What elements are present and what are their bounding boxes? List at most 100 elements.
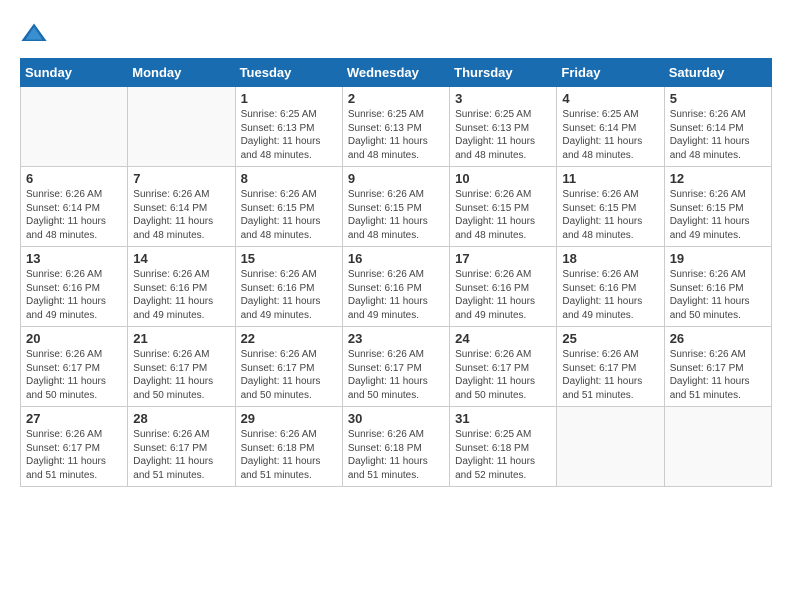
day-info: Sunrise: 6:26 AM Sunset: 6:15 PM Dayligh… [241,188,337,242]
day-of-week-header: Saturday [664,59,771,87]
day-info: Sunrise: 6:26 AM Sunset: 6:17 PM Dayligh… [133,428,229,482]
day-info: Sunrise: 6:26 AM Sunset: 6:17 PM Dayligh… [670,348,766,402]
day-info: Sunrise: 6:26 AM Sunset: 6:15 PM Dayligh… [562,188,658,242]
day-info: Sunrise: 6:25 AM Sunset: 6:14 PM Dayligh… [562,108,658,162]
day-info: Sunrise: 6:26 AM Sunset: 6:18 PM Dayligh… [241,428,337,482]
day-number: 31 [455,411,551,426]
calendar-day-cell: 30 Sunrise: 6:26 AM Sunset: 6:18 PM Dayli… [342,407,449,487]
calendar-day-cell: 29 Sunrise: 6:26 AM Sunset: 6:18 PM Dayli… [235,407,342,487]
calendar-day-cell: 8 Sunrise: 6:26 AM Sunset: 6:15 PM Daylig… [235,167,342,247]
calendar-day-cell [664,407,771,487]
calendar-day-cell: 14Sunrise: 6:26 AM Sunset: 6:16 PM Dayli… [128,247,235,327]
calendar-week-row: 13 Sunrise: 6:26 AM Sunset: 6:16 PM Dayli… [21,247,772,327]
calendar-day-cell: 15 Sunrise: 6:26 AM Sunset: 6:16 PM Dayli… [235,247,342,327]
calendar-header-row: SundayMondayTuesdayWednesdayThursdayFrid… [21,59,772,87]
day-number: 30 [348,411,444,426]
calendar-day-cell: 11 Sunrise: 6:26 AM Sunset: 6:15 PM Dayli… [557,167,664,247]
calendar-day-cell: 1Sunrise: 6:25 AM Sunset: 6:13 PM Daylig… [235,87,342,167]
day-number: 8 [241,171,337,186]
day-number: 15 [241,251,337,266]
day-info: Sunrise: 6:26 AM Sunset: 6:16 PM Dayligh… [670,268,766,322]
day-number: 18 [562,251,658,266]
day-number: 23 [348,331,444,346]
calendar-day-cell: 22Sunrise: 6:26 AM Sunset: 6:17 PM Dayli… [235,327,342,407]
calendar-day-cell: 6Sunrise: 6:26 AM Sunset: 6:14 PM Daylig… [21,167,128,247]
day-of-week-header: Thursday [450,59,557,87]
calendar-day-cell: 9Sunrise: 6:26 AM Sunset: 6:15 PM Daylig… [342,167,449,247]
calendar-day-cell: 10 Sunrise: 6:26 AM Sunset: 6:15 PM Dayli… [450,167,557,247]
calendar-day-cell: 12Sunrise: 6:26 AM Sunset: 6:15 PM Dayli… [664,167,771,247]
logo [20,20,52,48]
day-info: Sunrise: 6:26 AM Sunset: 6:17 PM Dayligh… [348,348,444,402]
calendar-day-cell: 13 Sunrise: 6:26 AM Sunset: 6:16 PM Dayli… [21,247,128,327]
calendar-day-cell: 27 Sunrise: 6:26 AM Sunset: 6:17 PM Dayli… [21,407,128,487]
calendar-day-cell: 31Sunrise: 6:25 AM Sunset: 6:18 PM Dayli… [450,407,557,487]
day-info: Sunrise: 6:26 AM Sunset: 6:17 PM Dayligh… [455,348,551,402]
day-number: 21 [133,331,229,346]
calendar-week-row: 6Sunrise: 6:26 AM Sunset: 6:14 PM Daylig… [21,167,772,247]
calendar-day-cell: 18 Sunrise: 6:26 AM Sunset: 6:16 PM Dayli… [557,247,664,327]
day-number: 27 [26,411,122,426]
day-info: Sunrise: 6:26 AM Sunset: 6:16 PM Dayligh… [133,268,229,322]
day-number: 2 [348,91,444,106]
day-info: Sunrise: 6:26 AM Sunset: 6:14 PM Dayligh… [133,188,229,242]
day-number: 11 [562,171,658,186]
calendar-day-cell: 2 Sunrise: 6:25 AM Sunset: 6:13 PM Daylig… [342,87,449,167]
day-info: Sunrise: 6:26 AM Sunset: 6:16 PM Dayligh… [562,268,658,322]
day-info: Sunrise: 6:26 AM Sunset: 6:14 PM Dayligh… [670,108,766,162]
calendar-day-cell: 25 Sunrise: 6:26 AM Sunset: 6:17 PM Dayli… [557,327,664,407]
calendar-day-cell: 5 Sunrise: 6:26 AM Sunset: 6:14 PM Daylig… [664,87,771,167]
calendar-day-cell: 7 Sunrise: 6:26 AM Sunset: 6:14 PM Daylig… [128,167,235,247]
day-number: 12 [670,171,766,186]
day-number: 26 [670,331,766,346]
calendar-day-cell: 26 Sunrise: 6:26 AM Sunset: 6:17 PM Dayli… [664,327,771,407]
calendar-day-cell: 17Sunrise: 6:26 AM Sunset: 6:16 PM Dayli… [450,247,557,327]
calendar-table: SundayMondayTuesdayWednesdayThursdayFrid… [20,58,772,487]
calendar-day-cell: 23 Sunrise: 6:26 AM Sunset: 6:17 PM Dayli… [342,327,449,407]
day-number: 13 [26,251,122,266]
day-number: 3 [455,91,551,106]
calendar-day-cell: 4 Sunrise: 6:25 AM Sunset: 6:14 PM Daylig… [557,87,664,167]
calendar-day-cell: 21 Sunrise: 6:26 AM Sunset: 6:17 PM Dayli… [128,327,235,407]
day-info: Sunrise: 6:26 AM Sunset: 6:16 PM Dayligh… [348,268,444,322]
day-of-week-header: Monday [128,59,235,87]
day-number: 20 [26,331,122,346]
day-info: Sunrise: 6:26 AM Sunset: 6:15 PM Dayligh… [455,188,551,242]
logo-icon [20,20,48,48]
day-number: 1 [241,91,337,106]
day-number: 25 [562,331,658,346]
day-info: Sunrise: 6:26 AM Sunset: 6:18 PM Dayligh… [348,428,444,482]
day-number: 4 [562,91,658,106]
calendar-week-row: 20 Sunrise: 6:26 AM Sunset: 6:17 PM Dayli… [21,327,772,407]
day-info: Sunrise: 6:26 AM Sunset: 6:16 PM Dayligh… [26,268,122,322]
day-of-week-header: Friday [557,59,664,87]
day-info: Sunrise: 6:25 AM Sunset: 6:13 PM Dayligh… [455,108,551,162]
page-header [20,20,772,48]
day-info: Sunrise: 6:26 AM Sunset: 6:17 PM Dayligh… [26,428,122,482]
calendar-week-row: 27 Sunrise: 6:26 AM Sunset: 6:17 PM Dayli… [21,407,772,487]
day-of-week-header: Wednesday [342,59,449,87]
day-number: 10 [455,171,551,186]
day-info: Sunrise: 6:26 AM Sunset: 6:16 PM Dayligh… [241,268,337,322]
day-number: 9 [348,171,444,186]
day-of-week-header: Sunday [21,59,128,87]
calendar-day-cell [128,87,235,167]
day-number: 5 [670,91,766,106]
calendar-day-cell: 24Sunrise: 6:26 AM Sunset: 6:17 PM Dayli… [450,327,557,407]
calendar-week-row: 1 Sunrise: 6:25 AM Sunset: 6:13 PM Daylig… [21,87,772,167]
calendar-day-cell: 19Sunrise: 6:26 AM Sunset: 6:16 PM Dayli… [664,247,771,327]
day-info: Sunrise: 6:26 AM Sunset: 6:17 PM Dayligh… [26,348,122,402]
day-number: 7 [133,171,229,186]
calendar-day-cell: 28Sunrise: 6:26 AM Sunset: 6:17 PM Dayli… [128,407,235,487]
day-info: Sunrise: 6:26 AM Sunset: 6:16 PM Dayligh… [455,268,551,322]
calendar-day-cell [21,87,128,167]
day-info: Sunrise: 6:25 AM Sunset: 6:13 PM Dayligh… [348,108,444,162]
day-info: Sunrise: 6:26 AM Sunset: 6:17 PM Dayligh… [133,348,229,402]
calendar-day-cell: 16Sunrise: 6:26 AM Sunset: 6:16 PM Dayli… [342,247,449,327]
calendar-day-cell: 3 Sunrise: 6:25 AM Sunset: 6:13 PM Daylig… [450,87,557,167]
calendar-day-cell [557,407,664,487]
day-number: 22 [241,331,337,346]
day-info: Sunrise: 6:26 AM Sunset: 6:17 PM Dayligh… [562,348,658,402]
calendar-day-cell: 20 Sunrise: 6:26 AM Sunset: 6:17 PM Dayli… [21,327,128,407]
day-number: 29 [241,411,337,426]
